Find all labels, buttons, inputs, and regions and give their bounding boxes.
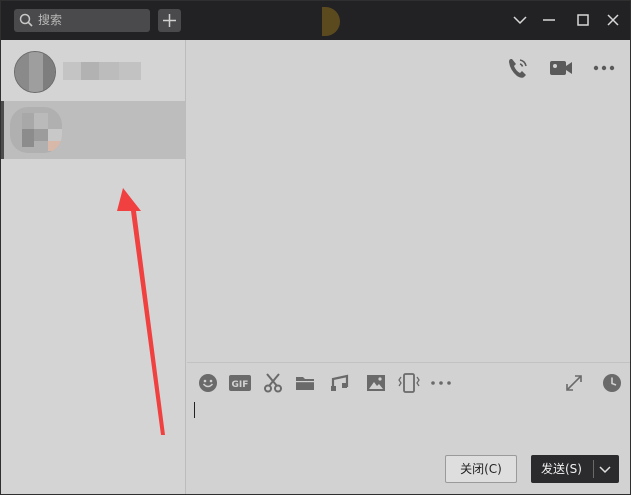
- more-dots-icon: [431, 381, 451, 385]
- expand-icon: [566, 375, 582, 391]
- history-button[interactable]: [602, 373, 622, 393]
- text-cursor[interactable]: [194, 402, 195, 418]
- more-options-button[interactable]: [592, 56, 616, 80]
- voice-call-button[interactable]: [506, 56, 530, 80]
- search-icon: [19, 13, 34, 28]
- close-window-button[interactable]: [605, 12, 621, 28]
- file-button[interactable]: [295, 373, 315, 393]
- maximize-button[interactable]: [575, 12, 591, 28]
- dropdown-button[interactable]: [512, 12, 528, 28]
- maximize-icon: [577, 14, 589, 26]
- send-button[interactable]: 发送(S): [531, 455, 619, 483]
- history-clock-icon: [603, 374, 621, 392]
- gif-icon: GIF: [229, 375, 251, 391]
- voice-call-icon: [509, 59, 527, 78]
- emoji-button[interactable]: [198, 373, 218, 393]
- plus-icon: [163, 14, 176, 27]
- video-call-button[interactable]: [549, 56, 573, 80]
- svg-text:GIF: GIF: [232, 380, 249, 390]
- add-button[interactable]: [158, 9, 181, 32]
- contact-item-selected[interactable]: [1, 101, 185, 159]
- emoji-icon: [199, 374, 217, 392]
- send-button-separator: [593, 460, 594, 478]
- scissors-icon: [264, 373, 282, 393]
- avatar: [10, 107, 62, 153]
- image-button[interactable]: [366, 373, 386, 393]
- title-bar: 搜索: [1, 1, 630, 40]
- send-options-dropdown[interactable]: [599, 463, 611, 478]
- contact-list: [1, 40, 186, 494]
- contact-item[interactable]: [1, 42, 185, 100]
- search-placeholder: 搜索: [38, 13, 63, 27]
- gif-button[interactable]: GIF: [229, 373, 251, 393]
- avatar: [14, 51, 56, 93]
- folder-icon: [296, 377, 314, 390]
- minimize-button[interactable]: [541, 12, 557, 28]
- expand-button[interactable]: [564, 373, 584, 393]
- close-button[interactable]: 关闭(C): [445, 455, 517, 483]
- close-icon: [607, 14, 619, 26]
- shake-button[interactable]: [398, 373, 420, 393]
- screenshot-button[interactable]: [263, 373, 283, 393]
- search-input[interactable]: 搜索: [14, 9, 150, 32]
- more-tools-button[interactable]: [430, 373, 452, 393]
- minimize-icon: [543, 19, 555, 21]
- input-divider: [187, 362, 630, 363]
- music-icon: [331, 374, 349, 391]
- more-icon: [593, 65, 615, 71]
- image-icon: [367, 375, 385, 391]
- send-button-label: 发送(S): [541, 462, 582, 476]
- phone-shake-icon: [398, 373, 420, 393]
- chevron-down-icon: [513, 16, 527, 25]
- music-button[interactable]: [330, 373, 350, 393]
- chat-window: 搜索 GIF 关闭(C) 发送(S): [0, 0, 631, 495]
- chevron-down-icon: [599, 466, 611, 474]
- chat-title-avatar: [322, 7, 340, 36]
- video-call-icon: [550, 61, 572, 75]
